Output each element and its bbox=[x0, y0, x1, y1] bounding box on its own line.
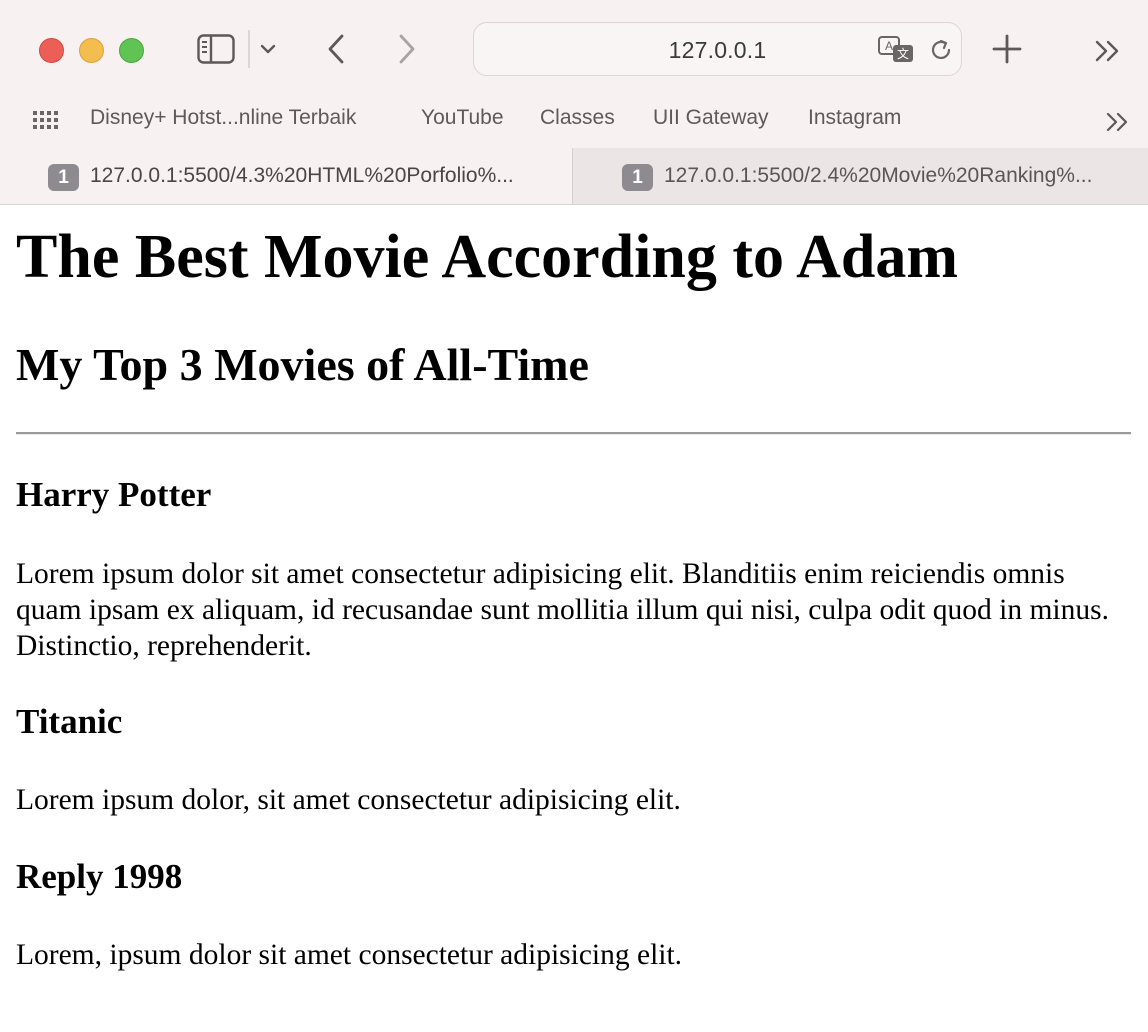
translate-icon[interactable]: A 文 bbox=[877, 35, 915, 65]
page-subtitle: My Top 3 Movies of All-Time bbox=[16, 339, 589, 390]
chevron-left-icon[interactable] bbox=[322, 32, 350, 66]
movie-description-titanic: Lorem ipsum dolor, sit amet consectetur … bbox=[16, 784, 681, 816]
chevron-right-icon[interactable] bbox=[393, 32, 421, 66]
tab-badge: 1 bbox=[622, 164, 653, 191]
minimize-window-button[interactable] bbox=[79, 38, 104, 63]
zoom-window-button[interactable] bbox=[119, 38, 144, 63]
favorite-instagram[interactable]: Instagram bbox=[808, 106, 901, 130]
tab-title: 127.0.0.1:5500/4.3%20HTML%20Porfolio%... bbox=[90, 164, 514, 187]
favorites-overflow-icon[interactable] bbox=[1104, 110, 1132, 134]
web-page-content: The Best Movie According to Adam My Top … bbox=[0, 205, 1148, 1032]
movie-title-harry-potter: Harry Potter bbox=[16, 475, 212, 514]
favorites-bar: Disney+ Hotst...nline Terbaik YouTube Cl… bbox=[0, 98, 1148, 148]
tab-movie-ranking[interactable]: 1 127.0.0.1:5500/2.4%20Movie%20Ranking%.… bbox=[572, 148, 1148, 204]
favorite-disney-hotstar[interactable]: Disney+ Hotst...nline Terbaik bbox=[90, 106, 356, 130]
close-window-button[interactable] bbox=[39, 38, 64, 63]
toolbar-divider bbox=[248, 30, 250, 68]
tab-title: 127.0.0.1:5500/2.4%20Movie%20Ranking%... bbox=[664, 164, 1093, 187]
tab-portfolio[interactable]: 1 127.0.0.1:5500/4.3%20HTML%20Porfolio%.… bbox=[0, 148, 572, 204]
movie-title-titanic: Titanic bbox=[16, 702, 123, 741]
svg-text:文: 文 bbox=[897, 46, 909, 61]
favorite-uii-gateway[interactable]: UII Gateway bbox=[653, 106, 769, 130]
sidebar-icon[interactable] bbox=[196, 33, 236, 65]
movie-description-reply-1998: Lorem, ipsum dolor sit amet consectetur … bbox=[16, 939, 683, 971]
page-title: The Best Movie According to Adam bbox=[16, 223, 958, 291]
browser-toolbar: 127.0.0.1 A 文 bbox=[0, 0, 1148, 98]
movie-description-harry-potter: Lorem ipsum dolor sit amet consectetur a… bbox=[16, 558, 1109, 662]
chevron-down-icon[interactable] bbox=[258, 40, 278, 58]
tab-bar: 1 127.0.0.1:5500/4.3%20HTML%20Porfolio%.… bbox=[0, 148, 1148, 205]
reload-icon[interactable] bbox=[926, 35, 956, 65]
movie-title-reply-1998: Reply 1998 bbox=[16, 857, 183, 896]
grid-icon[interactable] bbox=[31, 107, 59, 133]
favorite-classes[interactable]: Classes bbox=[540, 106, 615, 130]
double-chevron-right-icon[interactable] bbox=[1093, 38, 1123, 64]
tab-badge: 1 bbox=[48, 164, 79, 191]
address-bar[interactable]: 127.0.0.1 A 文 bbox=[473, 22, 962, 76]
svg-text:A: A bbox=[885, 39, 893, 53]
plus-icon[interactable] bbox=[990, 32, 1024, 66]
favorite-youtube[interactable]: YouTube bbox=[421, 106, 504, 130]
horizontal-rule bbox=[16, 432, 1131, 435]
